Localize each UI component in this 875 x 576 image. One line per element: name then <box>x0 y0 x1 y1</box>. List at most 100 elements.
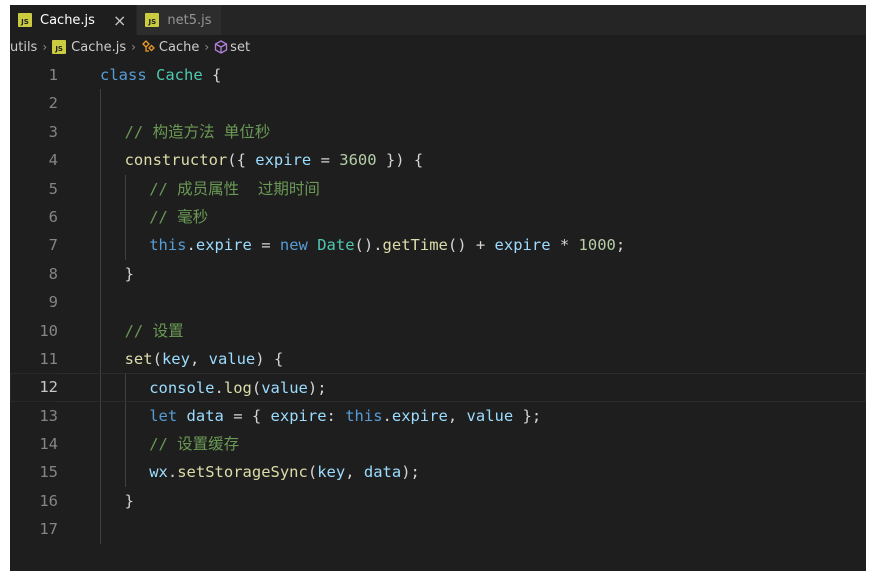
code-line[interactable]: 14 // 设置缓存 <box>10 430 866 459</box>
code-line[interactable]: 12 console.log(value); <box>10 373 866 402</box>
code-content <box>58 515 866 544</box>
code-token: value <box>261 379 308 398</box>
code-line[interactable]: 7 this.expire = new Date().getTime() + ex… <box>10 231 866 260</box>
close-icon[interactable]: × <box>113 11 126 30</box>
code-line[interactable]: 11 set(key, value) { <box>10 344 866 374</box>
code-token: key <box>317 463 346 482</box>
code-token: . <box>382 406 392 425</box>
code-token: // 毫秒 <box>149 207 209 226</box>
line-number: 14 <box>39 435 58 454</box>
code-content: set(key, value) { <box>58 344 866 374</box>
code-line[interactable]: 3 // 构造方法 单位秒 <box>10 117 866 147</box>
indent-guide <box>100 117 101 147</box>
code-token: expire <box>494 236 551 255</box>
code-content: class Cache { <box>58 61 866 89</box>
breadcrumb-folder[interactable]: utils <box>10 40 37 55</box>
indent-guide <box>100 231 101 260</box>
line-number: 11 <box>39 349 58 368</box>
code-token: value <box>466 406 514 425</box>
code-token: data <box>363 463 402 482</box>
line-number: 7 <box>48 236 58 255</box>
code-token: }) { <box>376 151 424 170</box>
code-token: . <box>167 463 178 482</box>
code-line[interactable]: 1 class Cache { <box>10 61 866 89</box>
code-line[interactable]: 9 <box>10 288 866 317</box>
code-token: ); <box>307 379 327 398</box>
code-line[interactable]: 8} <box>10 259 866 289</box>
code-token: value <box>208 349 256 368</box>
code-token: : <box>326 406 346 425</box>
code-token: // 设置 <box>124 321 184 340</box>
code-token: ); <box>401 463 420 482</box>
indent-guide <box>124 430 126 459</box>
code-token: } <box>124 491 134 510</box>
code-content: // 设置缓存 <box>58 430 866 459</box>
indent-guide <box>100 344 101 374</box>
chevron-right-icon: › <box>204 40 210 54</box>
indent-guide <box>100 458 101 487</box>
code-content: console.log(value); <box>58 373 866 402</box>
tab-label: net5.js <box>167 12 212 28</box>
code-line[interactable]: 2 <box>10 89 866 118</box>
code-token: // 成员属性 过期时间 <box>149 179 320 198</box>
code-line[interactable]: 13 let data = { expire: this.expire, valu… <box>10 401 866 431</box>
chevron-right-icon: › <box>131 40 136 54</box>
line-number: 5 <box>48 179 58 198</box>
code-token: , <box>345 463 364 482</box>
indent-guide <box>100 89 101 118</box>
code-line[interactable]: 16} <box>10 486 866 516</box>
code-token: expire <box>391 406 448 425</box>
code-token: . <box>186 236 196 255</box>
line-number: 1 <box>48 66 58 84</box>
code-token: (). <box>354 236 383 255</box>
code-token: setStorageSync <box>177 463 308 482</box>
code-token: new <box>279 236 308 255</box>
indent-guide <box>100 259 101 289</box>
breadcrumb: utils › JS Cache.js › Cache › set <box>10 35 866 59</box>
breadcrumb-file[interactable]: JS Cache.js <box>52 40 126 55</box>
breadcrumb-method[interactable]: set <box>214 40 250 55</box>
code-token: expire <box>270 406 327 425</box>
line-number: 2 <box>48 94 58 113</box>
code-token: }; <box>513 406 542 425</box>
code-token: 1000 <box>578 236 616 255</box>
code-token: // 构造方法 单位秒 <box>124 122 271 141</box>
code-token: , <box>189 349 209 368</box>
tab-label: Cache.js <box>40 12 95 28</box>
code-line[interactable]: 6 // 毫秒 <box>10 202 866 232</box>
line-number: 10 <box>39 321 58 340</box>
indent-guide <box>124 231 126 260</box>
code-token: , <box>447 406 467 425</box>
code-token: let <box>149 406 178 425</box>
indent-guide <box>124 401 126 431</box>
code-line[interactable]: 5 // 成员属性 过期时间 <box>10 174 866 203</box>
class-icon <box>141 40 156 54</box>
tab-net5-js[interactable]: JS net5.js <box>137 5 223 35</box>
indent-guide <box>100 288 101 317</box>
code-line[interactable]: 15 wx.setStorageSync(key, data); <box>10 458 866 487</box>
code-token: = <box>251 236 280 255</box>
code-token: Cache <box>156 66 203 84</box>
code-line[interactable]: 4 constructor({ expire = 3600 }) { <box>10 146 866 175</box>
editor-window: JS Cache.js × JS net5.js utils › JS Cach… <box>10 5 866 571</box>
indent-guide <box>100 401 101 431</box>
code-editor[interactable]: 1 class Cache {2 3// 构造方法 单位秒 4 constructor(… <box>10 59 866 544</box>
code-content: wx.setStorageSync(key, data); <box>58 458 866 487</box>
code-token: Date <box>317 236 355 255</box>
code-token: * <box>550 236 579 255</box>
code-token: ( <box>251 379 262 398</box>
tab-cache-js[interactable]: JS Cache.js × <box>10 5 138 35</box>
line-number: 8 <box>48 264 58 283</box>
indent-guide <box>100 174 101 203</box>
code-line[interactable]: 17 <box>10 515 866 544</box>
code-token: this <box>345 406 383 425</box>
line-number: 6 <box>48 207 58 226</box>
code-line[interactable]: 10 // 设置 <box>10 316 866 345</box>
tab-bar: JS Cache.js × JS net5.js <box>10 5 866 35</box>
code-content: this.expire = new Date().getTime() + exp… <box>58 231 866 260</box>
code-content: // 设置 <box>58 316 866 345</box>
indent-guide <box>124 374 126 401</box>
indent-guide <box>100 202 101 232</box>
breadcrumb-class[interactable]: Cache <box>141 40 199 55</box>
line-number: 12 <box>39 378 58 397</box>
